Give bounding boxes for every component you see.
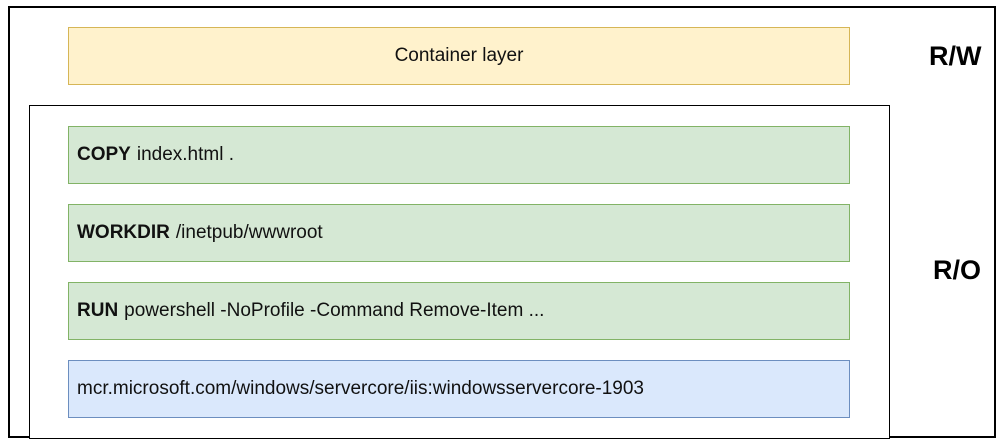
copy-args: index.html .: [136, 144, 235, 165]
workdir-args: /inetpub/wwwroot: [175, 222, 323, 243]
run-layer-box: RUN powershell -NoProfile -Command Remov…: [68, 282, 850, 340]
container-layer-box: Container layer: [68, 27, 850, 85]
container-layer-label: Container layer: [394, 45, 524, 66]
run-keyword: RUN: [77, 300, 119, 321]
workdir-keyword: WORKDIR: [77, 222, 170, 243]
read-write-label: R/W: [929, 41, 982, 71]
copy-layer-box: COPY index.html .: [68, 126, 850, 184]
diagram-frame: Container layer R/W COPY index.html . WO…: [8, 6, 996, 439]
base-image-layer-box: mcr.microsoft.com/windows/servercore/iis…: [68, 360, 850, 418]
run-args: powershell -NoProfile -Command Remove-It…: [124, 300, 545, 321]
workdir-layer-box: WORKDIR /inetpub/wwwroot: [68, 204, 850, 262]
base-image-label: mcr.microsoft.com/windows/servercore/iis…: [77, 378, 645, 399]
copy-keyword: COPY: [77, 144, 131, 165]
read-only-label: R/O: [933, 255, 982, 285]
